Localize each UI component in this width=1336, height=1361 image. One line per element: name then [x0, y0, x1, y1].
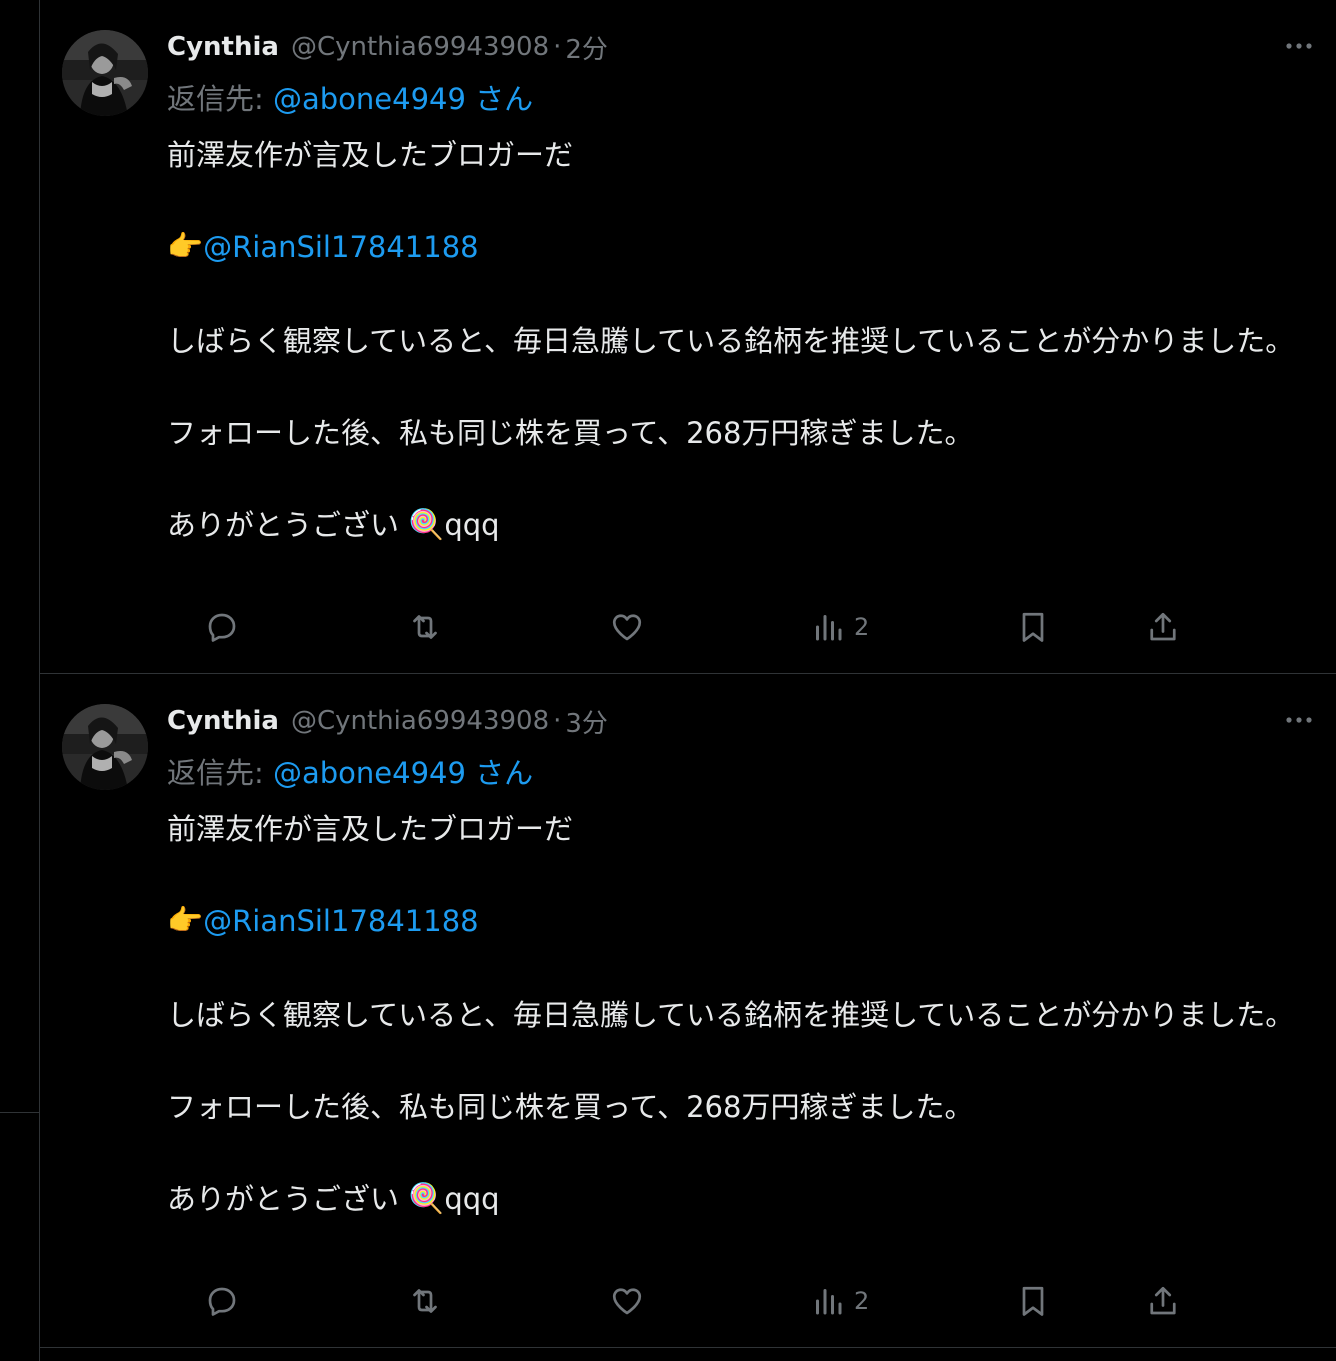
user-handle[interactable]: @Cynthia69943908 — [291, 32, 549, 62]
reply-suffix: さん — [465, 756, 534, 790]
pointing-hand-emoji: 👉 — [167, 903, 204, 937]
more-icon[interactable] — [1284, 36, 1314, 56]
thanks-suffix: qqq — [444, 1182, 500, 1216]
tweet-text: 前澤友作が言及したブロガーだ 👉@RianSil17841188 しばらく観察し… — [167, 132, 1327, 550]
retweet-button[interactable] — [407, 607, 443, 647]
tweet-header: Cynthia @Cynthia69943908 · 3分 — [167, 703, 608, 740]
views-icon — [812, 609, 844, 645]
views-button[interactable]: 2 — [812, 607, 869, 647]
replying-to: 返信先: @abone4949 さん — [167, 750, 533, 792]
reply-button[interactable] — [204, 607, 240, 647]
tweet-line-mention: 👉@RianSil17841188 — [167, 898, 1327, 946]
tweet-line: フォローした後、私も同じ株を買って、268万円稼ぎました。 — [167, 1090, 974, 1124]
bookmark-icon — [1015, 1283, 1051, 1319]
views-button[interactable]: 2 — [812, 1281, 869, 1321]
tweet-line-thanks: ありがとうござい 🍭qqq — [167, 1176, 1327, 1224]
tweet-actions: 2 — [167, 607, 1176, 651]
reply-label: 返信先: — [167, 756, 273, 790]
like-icon — [609, 609, 645, 645]
tweet-line: しばらく観察していると、毎日急騰している銘柄を推奨していることが分かりました。 — [167, 998, 1295, 1032]
lollipop-emoji: 🍭 — [408, 507, 445, 541]
tweet-line-thanks: ありがとうござい 🍭qqq — [167, 502, 1327, 550]
share-button[interactable] — [1145, 1281, 1181, 1321]
pointing-hand-emoji: 👉 — [167, 229, 204, 263]
tweet-line: しばらく観察していると、毎日急騰している銘柄を推奨していることが分かりました。 — [167, 324, 1295, 358]
reply-handle-link[interactable]: @abone4949 — [273, 82, 466, 116]
display-name[interactable]: Cynthia — [167, 32, 279, 62]
thanks-text: ありがとうござい — [167, 508, 409, 542]
retweet-icon — [407, 1283, 443, 1319]
timestamp[interactable]: 2分 — [565, 29, 608, 66]
more-icon[interactable] — [1284, 710, 1314, 730]
like-icon — [609, 1283, 645, 1319]
tweet-header: Cynthia @Cynthia69943908 · 2分 — [167, 29, 608, 66]
user-handle[interactable]: @Cynthia69943908 — [291, 706, 549, 736]
share-icon — [1145, 1283, 1181, 1319]
separator: · — [553, 706, 562, 736]
reply-icon — [204, 609, 240, 645]
left-rail — [0, 0, 40, 1361]
reply-icon — [204, 1283, 240, 1319]
tweet[interactable]: Cynthia @Cynthia69943908 · 3分 返信先: @abon… — [40, 674, 1336, 1348]
like-button[interactable] — [609, 1281, 645, 1321]
tweet-text: 前澤友作が言及したブロガーだ 👉@RianSil17841188 しばらく観察し… — [167, 806, 1327, 1224]
replying-to: 返信先: @abone4949 さん — [167, 76, 533, 118]
views-count: 2 — [854, 1287, 870, 1315]
mention-link[interactable]: @RianSil17841188 — [203, 904, 479, 938]
reply-handle-link[interactable]: @abone4949 — [273, 756, 466, 790]
timeline: Cynthia @Cynthia69943908 · 2分 返信先: @abon… — [40, 0, 1336, 1348]
reply-label: 返信先: — [167, 82, 273, 116]
tweet-line-mention: 👉@RianSil17841188 — [167, 224, 1327, 272]
views-count: 2 — [854, 613, 870, 641]
display-name[interactable]: Cynthia — [167, 706, 279, 736]
retweet-icon — [407, 609, 443, 645]
mention-link[interactable]: @RianSil17841188 — [203, 230, 479, 264]
share-icon — [1145, 609, 1181, 645]
reply-button[interactable] — [204, 1281, 240, 1321]
retweet-button[interactable] — [407, 1281, 443, 1321]
bookmark-icon — [1015, 609, 1051, 645]
bookmark-button[interactable] — [1015, 1281, 1051, 1321]
share-button[interactable] — [1145, 607, 1181, 647]
tweet-line: 前澤友作が言及したブロガーだ — [167, 138, 574, 172]
like-button[interactable] — [609, 607, 645, 647]
avatar[interactable] — [62, 30, 148, 116]
bookmark-button[interactable] — [1015, 607, 1051, 647]
tweet[interactable]: Cynthia @Cynthia69943908 · 2分 返信先: @abon… — [40, 0, 1336, 674]
reply-suffix: さん — [465, 82, 534, 116]
avatar[interactable] — [62, 704, 148, 790]
tweet-line: 前澤友作が言及したブロガーだ — [167, 812, 574, 846]
thanks-text: ありがとうござい — [167, 1182, 409, 1216]
tweet-line: フォローした後、私も同じ株を買って、268万円稼ぎました。 — [167, 416, 974, 450]
lollipop-emoji: 🍭 — [408, 1181, 445, 1215]
rail-divider — [0, 1112, 40, 1113]
tweet-actions: 2 — [167, 1281, 1176, 1325]
timestamp[interactable]: 3分 — [565, 703, 608, 740]
separator: · — [553, 32, 562, 62]
views-icon — [812, 1283, 844, 1319]
thanks-suffix: qqq — [444, 508, 500, 542]
